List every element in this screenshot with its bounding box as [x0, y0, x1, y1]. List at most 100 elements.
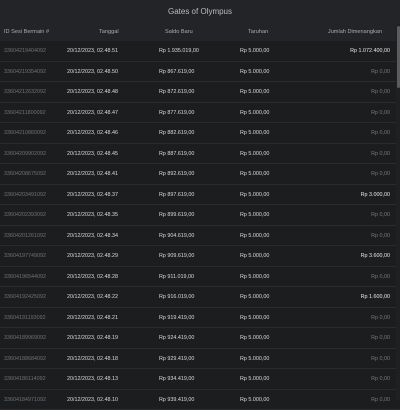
bet-cell: Rp 5.000,00	[210, 205, 289, 225]
table-row[interactable]: 3360421940409220/12/2023, 02.48.51Rp 1.9…	[0, 41, 400, 62]
win-amount-cell: Rp 1.600,00	[289, 287, 396, 307]
table-row[interactable]: 3360420867509220/12/2023, 02.48.41Rp 892…	[0, 164, 400, 185]
date-cell: 20/12/2023, 02.48.41	[63, 164, 129, 184]
bet-cell: Rp 5.000,00	[210, 103, 289, 123]
balance-cell: Rp 887.619,00	[129, 144, 210, 164]
win-amount-cell: Rp 0,00	[289, 205, 396, 225]
win-amount-cell: Rp 0,00	[289, 390, 396, 410]
table-header: ID Sesi Bermain # Tanggal Saldo Baru Tar…	[0, 24, 400, 41]
bet-cell: Rp 5.000,00	[210, 369, 289, 389]
session-id-cell: 33604191193092	[0, 308, 63, 328]
table-row[interactable]: 3360420126109220/12/2023, 02.48.34Rp 904…	[0, 226, 400, 247]
win-amount-cell: Rp 0,00	[289, 308, 396, 328]
balance-cell: Rp 909.619,00	[129, 246, 210, 266]
balance-cell: Rp 904.619,00	[129, 226, 210, 246]
session-id-cell: 33604192425092	[0, 287, 63, 307]
table-row[interactable]: 3360419774909220/12/2023, 02.48.29Rp 909…	[0, 246, 400, 267]
balance-cell: Rp 1.935.019,00	[129, 41, 210, 61]
bet-cell: Rp 5.000,00	[210, 144, 289, 164]
balance-cell: Rp 882.619,00	[129, 123, 210, 143]
balance-cell: Rp 872.619,00	[129, 82, 210, 102]
session-id-cell: 33604197749092	[0, 246, 63, 266]
win-amount-cell: Rp 0,00	[289, 226, 396, 246]
balance-cell: Rp 897.619,00	[129, 185, 210, 205]
table-row[interactable]: 3360419242509220/12/2023, 02.48.22Rp 916…	[0, 287, 400, 308]
date-cell: 20/12/2023, 02.48.47	[63, 103, 129, 123]
date-cell: 20/12/2023, 02.48.29	[63, 246, 129, 266]
win-amount-cell: Rp 0,00	[289, 103, 396, 123]
bet-cell: Rp 5.000,00	[210, 308, 289, 328]
bet-cell: Rp 5.000,00	[210, 328, 289, 348]
bet-cell: Rp 5.000,00	[210, 226, 289, 246]
table-row[interactable]: 3360420239309220/12/2023, 02.48.35Rp 899…	[0, 205, 400, 226]
date-cell: 20/12/2023, 02.48.45	[63, 144, 129, 164]
session-id-cell: 33604196544092	[0, 267, 63, 287]
table-row[interactable]: 3360418611409220/12/2023, 02.48.13Rp 934…	[0, 369, 400, 390]
table-row[interactable]: 3360421263209220/12/2023, 02.48.48Rp 872…	[0, 82, 400, 103]
win-amount-cell: Rp 0,00	[289, 62, 396, 82]
win-amount-cell: Rp 1.072.400,00	[289, 41, 396, 61]
session-id-cell: 33604219354092	[0, 62, 63, 82]
balance-cell: Rp 919.419,00	[129, 308, 210, 328]
bet-cell: Rp 5.000,00	[210, 349, 289, 369]
page-title: Gates of Olympus	[0, 0, 400, 24]
date-cell: 20/12/2023, 02.48.51	[63, 41, 129, 61]
bet-cell: Rp 5.000,00	[210, 123, 289, 143]
date-cell: 20/12/2023, 02.48.37	[63, 185, 129, 205]
date-cell: 20/12/2023, 02.48.46	[63, 123, 129, 143]
bet-cell: Rp 5.000,00	[210, 185, 289, 205]
win-amount-cell: Rp 0,00	[289, 267, 396, 287]
balance-cell: Rp 924.419,00	[129, 328, 210, 348]
date-cell: 20/12/2023, 02.48.21	[63, 308, 129, 328]
win-amount-cell: Rp 0,00	[289, 82, 396, 102]
column-header-id[interactable]: ID Sesi Bermain #	[0, 24, 63, 41]
table-row[interactable]: 3360421935409220/12/2023, 02.48.50Rp 867…	[0, 62, 400, 83]
column-header-bet[interactable]: Taruhan	[210, 24, 289, 41]
date-cell: 20/12/2023, 02.48.10	[63, 390, 129, 410]
session-id-cell: 33604202393092	[0, 205, 63, 225]
date-cell: 20/12/2023, 02.48.22	[63, 287, 129, 307]
session-id-cell: 33604189969092	[0, 328, 63, 348]
table-row[interactable]: 3360418996909220/12/2023, 02.48.19Rp 924…	[0, 328, 400, 349]
balance-cell: Rp 916.019,00	[129, 287, 210, 307]
column-header-balance[interactable]: Saldo Baru	[129, 24, 210, 41]
table-row[interactable]: 3360418868409220/12/2023, 02.48.18Rp 929…	[0, 349, 400, 370]
table-row[interactable]: 3360420990209220/12/2023, 02.48.45Rp 887…	[0, 144, 400, 165]
column-header-win[interactable]: Jumlah Dimenangkan	[289, 24, 396, 41]
table-body: 3360421940409220/12/2023, 02.48.51Rp 1.9…	[0, 41, 400, 410]
date-cell: 20/12/2023, 02.48.13	[63, 369, 129, 389]
session-id-cell: 33604208675092	[0, 164, 63, 184]
date-cell: 20/12/2023, 02.48.18	[63, 349, 129, 369]
session-id-cell: 33604219404092	[0, 41, 63, 61]
table-row[interactable]: 3360420349109220/12/2023, 02.48.37Rp 897…	[0, 185, 400, 206]
table-row[interactable]: 3360419654409220/12/2023, 02.48.28Rp 911…	[0, 267, 400, 288]
date-cell: 20/12/2023, 02.48.34	[63, 226, 129, 246]
win-amount-cell: Rp 3.000,00	[289, 185, 396, 205]
session-id-cell: 33604186114092	[0, 369, 63, 389]
session-id-cell: 33604201261092	[0, 226, 63, 246]
session-id-cell: 33604211800092	[0, 103, 63, 123]
column-header-date[interactable]: Tanggal	[63, 24, 129, 41]
balance-cell: Rp 867.619,00	[129, 62, 210, 82]
table-row[interactable]: 3360419119309220/12/2023, 02.48.21Rp 919…	[0, 308, 400, 329]
bet-cell: Rp 5.000,00	[210, 62, 289, 82]
win-amount-cell: Rp 0,00	[289, 328, 396, 348]
date-cell: 20/12/2023, 02.48.19	[63, 328, 129, 348]
date-cell: 20/12/2023, 02.48.35	[63, 205, 129, 225]
win-amount-cell: Rp 0,00	[289, 123, 396, 143]
session-id-cell: 33604188684092	[0, 349, 63, 369]
win-amount-cell: Rp 0,00	[289, 144, 396, 164]
win-amount-cell: Rp 0,00	[289, 164, 396, 184]
balance-cell: Rp 911.019,00	[129, 267, 210, 287]
balance-cell: Rp 877.619,00	[129, 103, 210, 123]
session-id-cell: 33604184971092	[0, 390, 63, 410]
win-amount-cell: Rp 0,00	[289, 369, 396, 389]
session-id-cell: 33604203491092	[0, 185, 63, 205]
date-cell: 20/12/2023, 02.48.48	[63, 82, 129, 102]
win-amount-cell: Rp 0,00	[289, 349, 396, 369]
bet-cell: Rp 5.000,00	[210, 82, 289, 102]
table-row[interactable]: 3360421086009220/12/2023, 02.48.46Rp 882…	[0, 123, 400, 144]
balance-cell: Rp 934.419,00	[129, 369, 210, 389]
table-row[interactable]: 3360421180009220/12/2023, 02.48.47Rp 877…	[0, 103, 400, 124]
session-id-cell: 33604210860092	[0, 123, 63, 143]
